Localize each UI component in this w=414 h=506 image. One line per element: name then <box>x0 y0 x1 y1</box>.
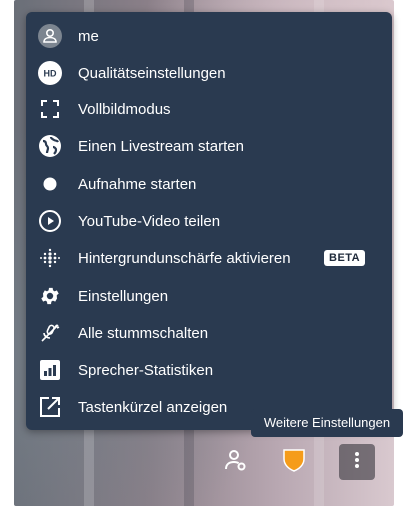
svg-text:HD: HD <box>44 69 57 79</box>
menu-item-fullscreen[interactable]: Vollbildmodus <box>26 92 392 126</box>
menu-item-share-youtube[interactable]: YouTube-Video teilen <box>26 204 392 238</box>
menu-item-label: YouTube-Video teilen <box>78 212 221 230</box>
menu-item-label: Einen Livestream starten <box>78 137 244 155</box>
menu-item-start-recording[interactable]: Aufnahme starten <box>26 167 392 201</box>
menu-item-label: Hintergrundunschärfe aktivieren <box>78 249 291 267</box>
menu-item-profile[interactable]: me <box>26 19 392 53</box>
gear-icon <box>38 284 62 308</box>
more-options-menu: me HD Qualitätseinstellungen Vollbildmod… <box>26 12 392 430</box>
menu-item-label: Qualitätseinstellungen <box>78 64 226 82</box>
menu-item-label: Einstellungen <box>78 287 169 305</box>
menu-item-label: Tastenkürzel anzeigen <box>78 398 228 416</box>
person-add-icon <box>223 447 249 478</box>
external-square-icon <box>38 395 62 419</box>
mic-off-icon <box>38 321 62 345</box>
menu-item-quality-settings[interactable]: HD Qualitätseinstellungen <box>26 56 392 90</box>
avatar-icon <box>38 24 62 48</box>
blur-dots-icon <box>38 246 62 270</box>
fullscreen-icon <box>38 97 62 121</box>
menu-item-label: Alle stummschalten <box>78 324 209 342</box>
menu-item-label: Aufnahme starten <box>78 175 197 193</box>
menu-item-label: Vollbildmodus <box>78 100 171 118</box>
shield-icon <box>282 447 306 478</box>
menu-item-speaker-stats[interactable]: Sprecher-Statistiken <box>26 353 392 387</box>
menu-item-mute-all[interactable]: Alle stummschalten <box>26 316 392 350</box>
more-vertical-icon <box>353 450 361 475</box>
menu-item-label: Sprecher-Statistiken <box>78 361 214 379</box>
hd-icon: HD <box>38 61 62 85</box>
beta-badge: BETA <box>324 250 366 266</box>
menu-item-label: me <box>78 27 99 45</box>
menu-item-settings[interactable]: Einstellungen <box>26 279 392 313</box>
record-icon <box>38 172 62 196</box>
bar-chart-icon <box>38 358 62 382</box>
menu-item-start-livestream[interactable]: Einen Livestream starten <box>26 129 392 163</box>
tooltip: Weitere Einstellungen <box>251 409 403 437</box>
more-options-button[interactable] <box>339 444 375 480</box>
play-circle-icon <box>38 209 62 233</box>
security-button[interactable] <box>276 444 312 480</box>
menu-item-background-blur[interactable]: Hintergrundunschärfe aktivieren BETA <box>26 241 392 275</box>
invite-people-button[interactable] <box>218 444 254 480</box>
globe-icon <box>38 134 62 158</box>
